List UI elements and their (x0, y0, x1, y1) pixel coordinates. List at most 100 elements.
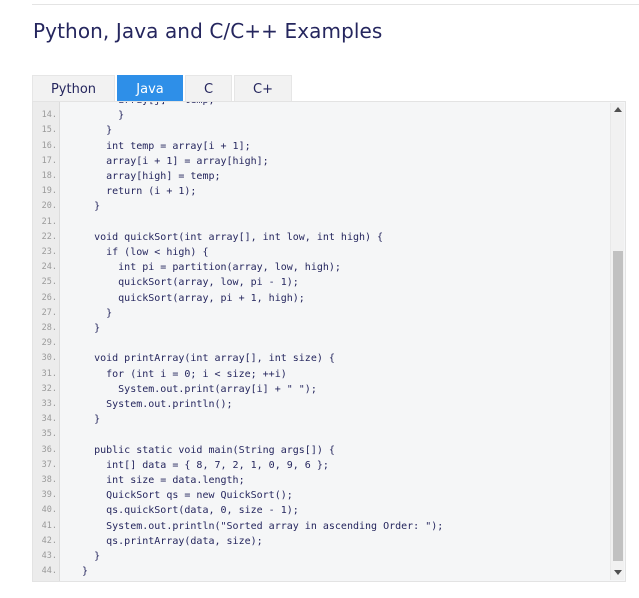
code-text: int temp = array[i + 1]; (70, 140, 251, 152)
code-text: quickSort(array, low, pi - 1); (70, 277, 299, 289)
vertical-scrollbar[interactable] (610, 103, 624, 580)
code-text: int pi = partition(array, low, high); (70, 262, 341, 274)
code-line: 43. } (33, 549, 611, 564)
code-text: } (70, 414, 101, 426)
code-text: } (70, 125, 113, 137)
code-line: 44. } (33, 564, 611, 579)
line-number: 33. (41, 399, 57, 409)
code-line: 34. } (33, 412, 611, 427)
code-text: int[] data = { 8, 7, 2, 1, 0, 9, 6 }; (70, 459, 329, 471)
code-text: quickSort(array, pi + 1, high); (70, 292, 305, 304)
code-text: System.out.print(array[i] + " "); (70, 383, 317, 395)
code-line: 37. int[] data = { 8, 7, 2, 1, 0, 9, 6 }… (33, 458, 611, 473)
code-text: public static void main(String args[]) { (70, 444, 335, 456)
language-tabs: Python Java C C+ (32, 75, 294, 102)
line-number: 14. (41, 110, 57, 121)
code-text: array[j] = temp; (70, 102, 214, 108)
tab-cpp[interactable]: C+ (234, 75, 292, 102)
code-text: qs.printArray(data, size); (70, 535, 263, 547)
line-number: 22. (41, 231, 57, 242)
line-number: 16. (41, 140, 57, 151)
line-number: 42. (41, 535, 57, 546)
code-line: 19. return (i + 1); (33, 184, 611, 199)
code-text: } (70, 551, 101, 562)
code-line: 29. (33, 336, 611, 351)
tab-c[interactable]: C (185, 75, 232, 102)
line-number: 38. (41, 475, 57, 485)
line-number: 37. (41, 459, 57, 470)
code-line: 33. System.out.println(); (33, 397, 611, 412)
code-line: 28. } (33, 321, 611, 336)
tab-java[interactable]: Java (117, 75, 183, 102)
code-line: 23. if (low < high) { (33, 245, 611, 260)
line-number: 35. (41, 429, 57, 440)
code-text: void quickSort(int array[], int low, int… (70, 231, 384, 243)
code-text: System.out.println("Sorted array in asce… (70, 520, 444, 532)
line-number: 26. (41, 292, 57, 303)
code-text: qs.quickSort(data, 0, size - 1); (70, 505, 299, 517)
code-line: 38. int size = data.length; (33, 473, 611, 488)
line-number: 28. (41, 323, 57, 333)
code-text: void printArray(int array[], int size) { (70, 353, 335, 365)
line-number: 36. (41, 444, 57, 455)
line-number: 32. (41, 383, 57, 394)
line-number: 25. (41, 277, 57, 288)
code-line: 17. array[i + 1] = array[high]; (33, 154, 611, 169)
code-line: 31. for (int i = 0; i < size; ++i) (33, 367, 611, 382)
code-text: System.out.println(); (70, 399, 233, 410)
scroll-up-icon[interactable] (614, 107, 622, 112)
code-line: array[j] = temp; (33, 102, 611, 108)
code-text: QuickSort qs = new QuickSort(); (70, 490, 293, 502)
code-line: 39. QuickSort qs = new QuickSort(); (33, 488, 611, 503)
code-line: 32. System.out.print(array[i] + " "); (33, 382, 611, 397)
code-line: 40. qs.quickSort(data, 0, size - 1); (33, 503, 611, 518)
code-line: 26. quickSort(array, pi + 1, high); (33, 291, 611, 306)
scrollbar-thumb[interactable] (613, 251, 623, 561)
line-number: 18. (41, 171, 57, 181)
code-line: 36. public static void main(String args[… (33, 443, 611, 458)
code-block[interactable]: array[j] = temp;14. }15. }16. int temp =… (32, 101, 626, 582)
code-line: 35. (33, 427, 611, 442)
top-divider (32, 4, 639, 5)
code-text: return (i + 1); (70, 186, 197, 198)
line-number: 30. (41, 353, 57, 364)
page-title: Python, Java and C/C++ Examples (33, 19, 383, 43)
line-number: 24. (41, 262, 57, 273)
code-line: 30. void printArray(int array[], int siz… (33, 351, 611, 366)
code-text: } (70, 307, 113, 319)
line-number: 31. (41, 368, 57, 379)
code-text: if (low < high) { (70, 247, 209, 258)
line-number: 20. (41, 201, 57, 212)
line-number: 23. (41, 247, 57, 257)
code-line: 25. quickSort(array, low, pi - 1); (33, 275, 611, 290)
line-number: 43. (41, 551, 57, 561)
code-text: } (70, 323, 101, 334)
code-text: } (70, 110, 125, 122)
line-number: 41. (41, 520, 57, 531)
line-number: 29. (41, 338, 57, 349)
scroll-down-icon[interactable] (614, 570, 622, 575)
code-line: 21. (33, 215, 611, 230)
code-line: 14. } (33, 108, 611, 123)
code-text: } (70, 201, 101, 213)
code-line: 27. } (33, 306, 611, 321)
code-line: 42. qs.printArray(data, size); (33, 534, 611, 549)
line-number: 17. (41, 155, 57, 166)
code-text: array[i + 1] = array[high]; (70, 155, 269, 167)
code-line: 22. void quickSort(int array[], int low,… (33, 230, 611, 245)
code-line: 41. System.out.println("Sorted array in … (33, 519, 611, 534)
code-text: for (int i = 0; i < size; ++i) (70, 368, 287, 380)
code-line: 16. int temp = array[i + 1]; (33, 139, 611, 154)
line-number: 40. (41, 505, 57, 516)
code-text: array[high] = temp; (70, 171, 221, 182)
line-number: 27. (41, 307, 57, 318)
code-line: 24. int pi = partition(array, low, high)… (33, 260, 611, 275)
code-line: 15. } (33, 123, 611, 138)
code-text: } (70, 566, 89, 578)
line-number: 44. (41, 566, 57, 577)
code-text: int size = data.length; (70, 475, 245, 486)
tab-python[interactable]: Python (32, 75, 115, 102)
line-number: 34. (41, 414, 57, 425)
line-number: 15. (41, 125, 57, 136)
line-number: 19. (41, 186, 57, 197)
